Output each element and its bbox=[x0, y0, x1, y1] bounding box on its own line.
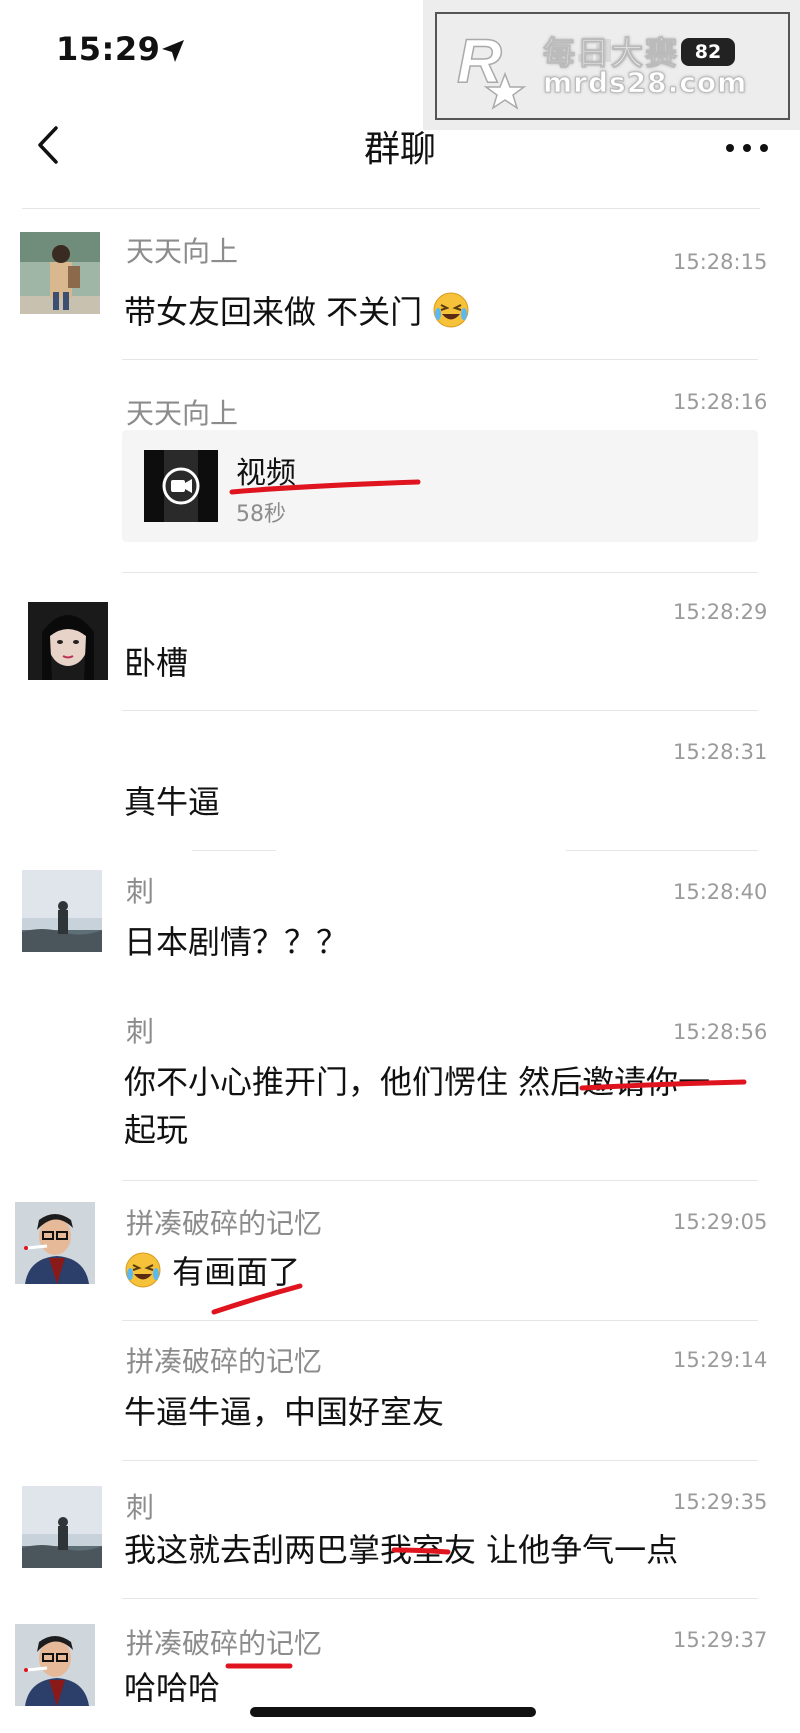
avatar-tiantian[interactable] bbox=[20, 232, 100, 314]
watermark-url: mrds28.com bbox=[542, 66, 748, 100]
video-title: 视频 bbox=[236, 456, 296, 491]
message-text-continued: 起玩 bbox=[124, 1111, 189, 1149]
sender-name: 拼凑破碎的记忆 bbox=[126, 1207, 323, 1240]
message-time: 15:28:29 bbox=[673, 600, 768, 624]
message-time: 15:28:31 bbox=[673, 740, 768, 764]
message-divider bbox=[122, 1460, 758, 1461]
message-time: 15:28:56 bbox=[673, 1020, 768, 1044]
status-time: 15:29 bbox=[56, 30, 161, 68]
location-arrow-icon bbox=[162, 40, 184, 62]
message-time: 15:29:37 bbox=[673, 1628, 768, 1652]
nav-bar: 群聊 bbox=[0, 100, 800, 200]
message-text: 哈哈哈 bbox=[124, 1669, 221, 1707]
message-text-content: 有画面了 bbox=[172, 1253, 301, 1291]
sender-name: 天天向上 bbox=[126, 235, 239, 268]
avatar-ci[interactable] bbox=[22, 870, 102, 952]
message-text: 带女友回来做 不关门 bbox=[124, 288, 470, 336]
watermark-battery: 82 bbox=[681, 38, 735, 66]
message-text-content: 带女友回来做 不关门 bbox=[124, 293, 423, 331]
message-divider bbox=[122, 359, 758, 360]
avatar-ci[interactable] bbox=[22, 1486, 102, 1568]
avatar-girl[interactable] bbox=[28, 602, 108, 684]
video-thumbnail bbox=[144, 450, 218, 522]
message-time: 15:28:16 bbox=[673, 390, 768, 414]
message-time: 15:29:14 bbox=[673, 1348, 768, 1372]
sender-name: 拼凑破碎的记忆 bbox=[126, 1627, 323, 1660]
message-divider bbox=[122, 710, 758, 711]
message-text: 牛逼牛逼，中国好室友 bbox=[124, 1393, 445, 1431]
sender-name: 拼凑破碎的记忆 bbox=[126, 1345, 323, 1378]
message-time: 15:28:15 bbox=[673, 250, 768, 274]
nav-divider bbox=[22, 208, 760, 209]
message-time: 15:29:35 bbox=[673, 1490, 768, 1514]
message-time: 15:28:40 bbox=[673, 880, 768, 904]
message-text: 日本剧情？？？ bbox=[124, 923, 349, 961]
sender-name: 天天向上 bbox=[126, 397, 239, 430]
message-divider bbox=[122, 1320, 758, 1321]
message-text: 有画面了 bbox=[124, 1248, 300, 1296]
message-text: 你不小心推开门，他们愣住 然后邀请你一 bbox=[124, 1063, 711, 1101]
watermark-logo: R bbox=[456, 26, 527, 110]
message-divider bbox=[122, 572, 758, 573]
message-divider bbox=[566, 850, 758, 851]
message-divider bbox=[122, 1598, 758, 1599]
sender-name: 刺 bbox=[126, 1491, 155, 1524]
message-text: 卧槽 bbox=[124, 644, 189, 682]
sender-name: 刺 bbox=[126, 875, 155, 908]
page-title: 群聊 bbox=[363, 129, 436, 170]
video-message-card[interactable]: 视频 58秒 bbox=[122, 430, 758, 542]
message-time: 15:29:05 bbox=[673, 1210, 768, 1234]
svg-text:R: R bbox=[457, 27, 502, 96]
avatar-pincou[interactable] bbox=[15, 1202, 95, 1284]
more-options-icon[interactable] bbox=[722, 138, 772, 158]
message-divider bbox=[192, 850, 276, 851]
message-text: 真牛逼 bbox=[124, 783, 221, 821]
video-duration: 58秒 bbox=[236, 502, 286, 527]
home-indicator[interactable] bbox=[250, 1707, 536, 1717]
avatar-pincou[interactable] bbox=[15, 1624, 95, 1706]
laughing-crying-emoji-icon bbox=[433, 292, 469, 328]
laughing-crying-emoji-icon bbox=[125, 1252, 161, 1288]
sender-name: 刺 bbox=[126, 1015, 155, 1048]
message-divider bbox=[122, 1180, 758, 1181]
message-text: 我这就去刮两巴掌我室友 让他争气一点 bbox=[124, 1531, 679, 1569]
